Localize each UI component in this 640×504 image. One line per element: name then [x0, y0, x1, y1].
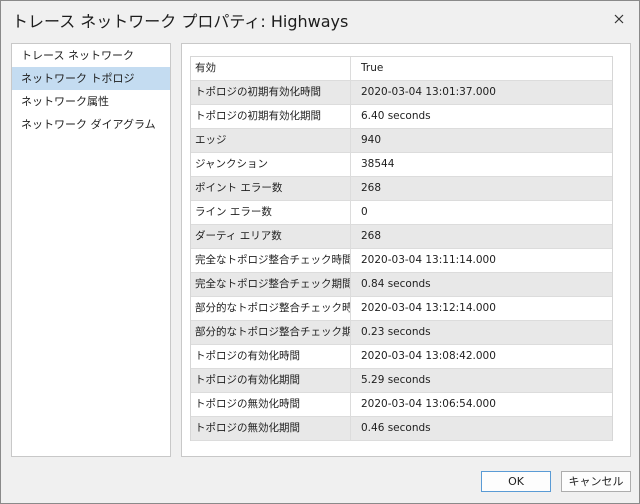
close-button[interactable]: [609, 9, 629, 29]
property-name: ジャンクション: [191, 153, 351, 176]
property-row[interactable]: 部分的なトポロジ整合チェック時間 2020-03-04 13:12:14.000: [191, 297, 612, 321]
property-row[interactable]: ライン エラー数 0: [191, 201, 612, 225]
property-value: 6.40 seconds: [361, 110, 431, 122]
property-row[interactable]: トポロジの初期有効化時間 2020-03-04 13:01:37.000: [191, 81, 612, 105]
property-row[interactable]: トポロジの無効化時間 2020-03-04 13:06:54.000: [191, 393, 612, 417]
ok-button[interactable]: OK: [481, 471, 551, 492]
nav-item[interactable]: ネットワーク ダイアグラム: [12, 113, 170, 136]
property-row[interactable]: 完全なトポロジ整合チェック時間 2020-03-04 13:11:14.000: [191, 249, 612, 273]
property-name: トポロジの初期有効化時間: [191, 81, 351, 104]
property-row[interactable]: トポロジの無効化期間 0.46 seconds: [191, 417, 612, 441]
property-value: 0.23 seconds: [361, 326, 431, 338]
property-value: True: [361, 62, 384, 74]
property-name: ポイント エラー数: [191, 177, 351, 200]
property-name: 完全なトポロジ整合チェック時間: [191, 249, 351, 272]
cancel-button[interactable]: キャンセル: [561, 471, 631, 492]
property-name: トポロジの有効化時間: [191, 345, 351, 368]
property-name: トポロジの初期有効化期間: [191, 105, 351, 128]
property-row[interactable]: トポロジの初期有効化期間 6.40 seconds: [191, 105, 612, 129]
close-icon: [614, 14, 624, 24]
property-name: トポロジの有効化期間: [191, 369, 351, 392]
category-list: トレース ネットワーク ネットワーク トポロジ ネットワーク属性 ネットワーク ダイア…: [11, 43, 171, 457]
property-row[interactable]: ジャンクション 38544: [191, 153, 612, 177]
property-value: 0.46 seconds: [361, 422, 431, 434]
property-value: 2020-03-04 13:11:14.000: [361, 254, 496, 266]
nav-item[interactable]: ネットワーク トポロジ: [12, 67, 170, 90]
property-value: 2020-03-04 13:06:54.000: [361, 398, 496, 410]
properties-dialog: トレース ネットワーク プロパティ: Highways トレース ネットワークネ…: [0, 0, 640, 504]
property-row[interactable]: 部分的なトポロジ整合チェック期間 0.23 seconds: [191, 321, 612, 345]
property-row[interactable]: ダーティ エリア数 268: [191, 225, 612, 249]
property-name: 部分的なトポロジ整合チェック期間: [191, 321, 351, 344]
dialog-title: トレース ネットワーク プロパティ: Highways: [12, 12, 349, 31]
property-name: 有効: [191, 57, 351, 80]
property-name: ダーティ エリア数: [191, 225, 351, 248]
property-row[interactable]: エッジ 940: [191, 129, 612, 153]
property-value: 2020-03-04 13:01:37.000: [361, 86, 496, 98]
property-name: 部分的なトポロジ整合チェック時間: [191, 297, 351, 320]
properties-panel: 有効 True トポロジの初期有効化時間 2020-03-04 13:01:37.00…: [181, 43, 631, 457]
property-name: トポロジの無効化時間: [191, 393, 351, 416]
property-name: エッジ: [191, 129, 351, 152]
property-value: 268: [361, 182, 382, 194]
property-value: 2020-03-04 13:12:14.000: [361, 302, 496, 314]
property-value: 5.29 seconds: [361, 374, 431, 386]
title-bar: トレース ネットワーク プロパティ: Highways: [1, 1, 639, 37]
property-value: 0: [361, 206, 368, 218]
nav-item[interactable]: トレース ネットワーク: [12, 44, 170, 67]
property-value: 940: [361, 134, 382, 146]
property-row[interactable]: トポロジの有効化期間 5.29 seconds: [191, 369, 612, 393]
property-name: 完全なトポロジ整合チェック期間: [191, 273, 351, 296]
property-value: 2020-03-04 13:08:42.000: [361, 350, 496, 362]
property-name: トポロジの無効化期間: [191, 417, 351, 440]
properties-grid: 有効 True トポロジの初期有効化時間 2020-03-04 13:01:37.00…: [190, 56, 613, 441]
property-value: 38544: [361, 158, 395, 170]
property-name: ライン エラー数: [191, 201, 351, 224]
property-row[interactable]: ポイント エラー数 268: [191, 177, 612, 201]
property-value: 268: [361, 230, 382, 242]
property-row[interactable]: トポロジの有効化時間 2020-03-04 13:08:42.000: [191, 345, 612, 369]
property-row[interactable]: 有効 True: [191, 57, 612, 81]
property-row[interactable]: 完全なトポロジ整合チェック期間 0.84 seconds: [191, 273, 612, 297]
property-value: 0.84 seconds: [361, 278, 431, 290]
nav-item[interactable]: ネットワーク属性: [12, 90, 170, 113]
